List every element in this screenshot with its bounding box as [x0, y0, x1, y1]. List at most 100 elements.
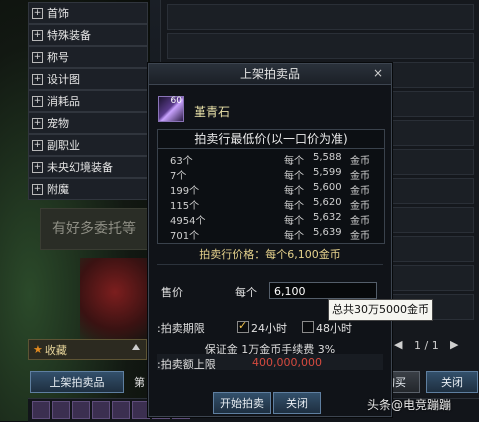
price-each: 每个: [284, 186, 304, 197]
category-label: 副职业: [47, 139, 80, 152]
expand-icon: +: [32, 51, 43, 63]
category-item[interactable]: + 称号: [28, 46, 148, 68]
price-qty: 701个: [170, 231, 200, 242]
category-label: 称号: [47, 51, 69, 64]
category-label: 未央幻境装备: [47, 161, 113, 174]
price-row: 7个 每个 5,599 金币: [158, 167, 384, 182]
favorites-label: 收藏: [44, 343, 67, 357]
price-value: 5,632: [313, 212, 342, 223]
price-each: 每个: [284, 216, 304, 227]
price-qty: 7个: [170, 171, 187, 182]
category-item[interactable]: + 特殊装备: [28, 24, 148, 46]
lowest-price-header: 拍卖行最低价(以一口价为准): [158, 130, 384, 149]
price-input[interactable]: 6,100: [269, 282, 377, 299]
start-auction-button[interactable]: 开始拍卖: [213, 392, 271, 414]
item-name: 堇青石: [194, 105, 231, 119]
price-row: 115个 每个 5,620 金币: [158, 197, 384, 212]
price-unit: 金币: [350, 171, 370, 182]
dialog-title: 上架拍卖品: [149, 64, 391, 85]
pager: ◀ 1 / 1 ▶: [386, 338, 466, 356]
period-label: :拍卖期限: [157, 322, 205, 335]
favorites-dropdown[interactable]: ★ 收藏: [28, 339, 147, 360]
divider: [157, 264, 383, 265]
category-label: 首饰: [47, 7, 69, 20]
star-icon: ★: [33, 343, 43, 356]
category-item[interactable]: + 宠物: [28, 112, 148, 134]
category-item[interactable]: + 设计图: [28, 68, 148, 90]
total-price-tooltip: 总共30万5000金币: [328, 299, 433, 321]
close-panel-button[interactable]: 关闭: [426, 371, 478, 393]
cancel-button[interactable]: 关闭: [273, 392, 321, 414]
watermark: 头条@电竞蹦蹦: [367, 398, 452, 412]
prev-page-icon[interactable]: ◀: [394, 338, 402, 351]
list-row[interactable]: [167, 33, 474, 59]
category-label: 特殊装备: [47, 29, 91, 42]
category-item[interactable]: + 副职业: [28, 134, 148, 156]
shield-text: 有好多委托等: [52, 221, 136, 237]
chevron-up-icon: [132, 344, 140, 350]
price-qty: 63个: [170, 156, 193, 167]
expand-icon: +: [32, 117, 43, 129]
each-label: 每个: [235, 286, 257, 299]
price-each: 每个: [284, 201, 304, 212]
category-item[interactable]: + 消耗品: [28, 90, 148, 112]
page-prefix: 第: [134, 376, 145, 389]
price-label: 售价: [161, 286, 183, 299]
limit-row: :拍卖额上限 400,000,000: [157, 354, 383, 371]
character-figure: [80, 258, 150, 343]
expand-icon: +: [32, 139, 43, 151]
price-row: 701个 每个 5,639 金币: [158, 227, 384, 242]
auction-price: 拍卖行价格：每个6,100金币: [199, 248, 341, 261]
period-48-label: 48小时: [316, 322, 352, 335]
price-value: 5,639: [313, 227, 342, 238]
inventory-slot[interactable]: [32, 401, 50, 419]
limit-label: :拍卖额上限: [157, 358, 216, 371]
category-item[interactable]: + 首饰: [28, 2, 148, 24]
list-auction-dialog: 上架拍卖品 × 60 堇青石 拍卖行最低价(以一口价为准) 63个 每个 5,5…: [148, 63, 392, 417]
expand-icon: +: [32, 73, 43, 85]
period-48-checkbox[interactable]: [302, 321, 314, 333]
inventory-slot[interactable]: [52, 401, 70, 419]
price-value: 5,588: [313, 152, 342, 163]
category-label: 宠物: [47, 117, 69, 130]
inventory-slot[interactable]: [112, 401, 130, 419]
expand-icon: +: [32, 95, 43, 107]
price-value: 5,620: [313, 197, 342, 208]
price-value: 5,599: [313, 167, 342, 178]
price-unit: 金币: [350, 186, 370, 197]
category-label: 消耗品: [47, 95, 80, 108]
expand-icon: +: [32, 29, 43, 41]
inventory-slot[interactable]: [92, 401, 110, 419]
price-qty: 199个: [170, 186, 200, 197]
price-unit: 金币: [350, 201, 370, 212]
price-each: 每个: [284, 171, 304, 182]
limit-value: 400,000,000: [252, 356, 322, 369]
price-each: 每个: [284, 231, 304, 242]
inventory-slot[interactable]: [72, 401, 90, 419]
list-row[interactable]: [167, 4, 474, 30]
list-item-button[interactable]: 上架拍卖品: [30, 371, 124, 393]
close-icon[interactable]: ×: [371, 66, 385, 80]
price-qty: 4954个: [170, 216, 206, 227]
period-24-checkbox[interactable]: [237, 319, 249, 333]
expand-icon: +: [32, 161, 43, 173]
lowest-price-table: 拍卖行最低价(以一口价为准) 63个 每个 5,588 金币 7个 每个 5,5…: [157, 129, 385, 244]
item-count: 60: [170, 96, 182, 106]
category-list: + 首饰 + 特殊装备 + 称号 + 设计图 + 消耗品 + 宠物 + 副职业 + 未央幻境装备…: [28, 2, 148, 207]
next-page-icon[interactable]: ▶: [450, 338, 458, 351]
price-row: 199个 每个 5,600 金币: [158, 182, 384, 197]
gem-icon: 60: [158, 96, 184, 122]
price-qty: 115个: [170, 201, 200, 212]
price-unit: 金币: [350, 156, 370, 167]
category-item[interactable]: + 未央幻境装备: [28, 156, 148, 178]
period-24-label: 24小时: [251, 322, 287, 335]
price-unit: 金币: [350, 216, 370, 227]
price-each: 每个: [284, 156, 304, 167]
expand-icon: +: [32, 7, 43, 19]
category-label: 附魔: [47, 183, 69, 196]
category-item[interactable]: + 附魔: [28, 178, 148, 200]
category-label: 设计图: [47, 73, 80, 86]
page-indicator: 1 / 1: [414, 339, 439, 352]
price-row: 63个 每个 5,588 金币: [158, 152, 384, 167]
price-value: 5,600: [313, 182, 342, 193]
